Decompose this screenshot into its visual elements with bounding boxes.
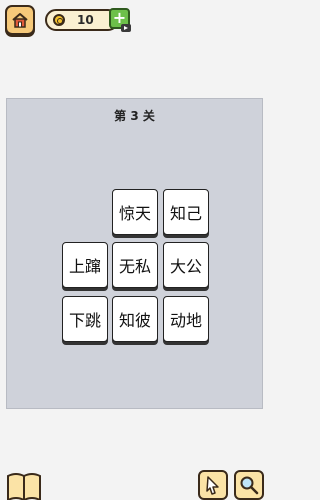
coin-count: 10 xyxy=(77,13,94,27)
book-icon xyxy=(7,473,41,500)
pointer-icon xyxy=(206,476,219,495)
level-title: 第 3 关 xyxy=(114,109,155,123)
magnifier-icon xyxy=(240,476,259,495)
word-tile[interactable]: 下跳 xyxy=(62,296,108,342)
word-tile[interactable]: 惊天 xyxy=(112,189,158,235)
home-button[interactable] xyxy=(5,5,35,35)
word-tile[interactable]: 上蹿 xyxy=(62,242,108,288)
word-tile[interactable]: 知彼 xyxy=(112,296,158,342)
home-icon xyxy=(12,13,28,28)
video-icon xyxy=(121,24,131,32)
coin-icon xyxy=(53,14,65,26)
book-button[interactable] xyxy=(6,470,42,500)
search-button[interactable] xyxy=(234,470,264,500)
coin-counter: 10 xyxy=(45,9,119,31)
game-board: 第 3 关 惊天 知己 上蹿 无私 大公 下跳 知彼 动地 xyxy=(6,98,263,409)
word-tile[interactable]: 大公 xyxy=(163,242,209,288)
hint-button[interactable] xyxy=(198,470,228,500)
word-tile[interactable]: 无私 xyxy=(112,242,158,288)
word-tile[interactable]: 动地 xyxy=(163,296,209,342)
word-tile[interactable]: 知己 xyxy=(163,189,209,235)
